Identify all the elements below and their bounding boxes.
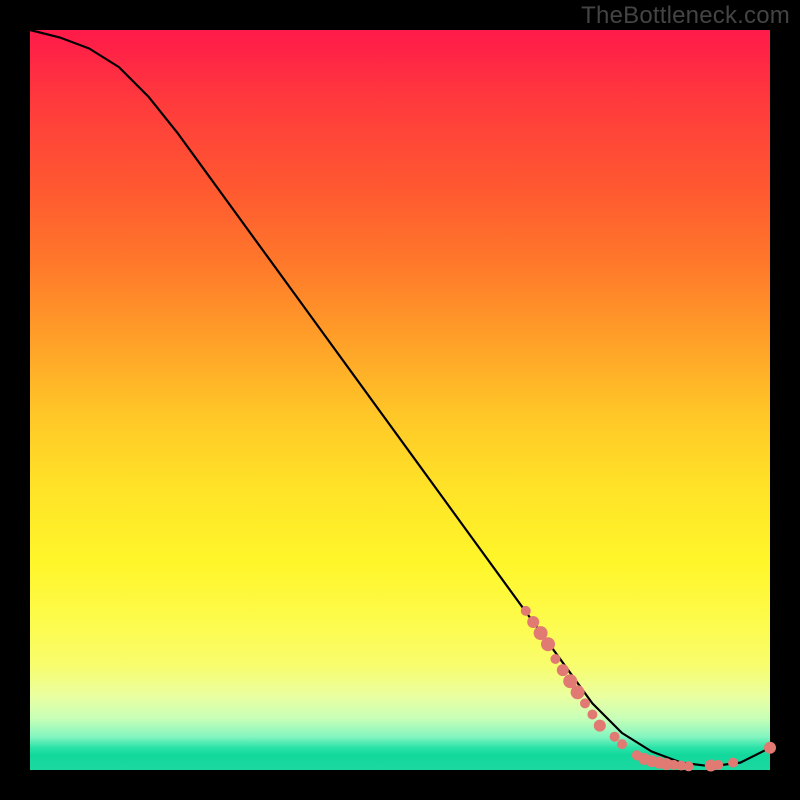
data-marker	[594, 720, 606, 732]
marker-group	[521, 606, 776, 772]
data-marker	[580, 698, 590, 708]
data-marker	[550, 654, 560, 664]
data-marker	[527, 616, 539, 628]
chart-svg	[30, 30, 770, 770]
plot-area	[30, 30, 770, 770]
data-marker	[521, 606, 531, 616]
data-marker	[587, 710, 597, 720]
data-marker	[541, 637, 555, 651]
data-marker	[557, 664, 569, 676]
data-marker	[617, 739, 627, 749]
watermark-label: TheBottleneck.com	[581, 2, 790, 30]
data-marker	[728, 758, 738, 768]
data-marker	[684, 761, 694, 771]
data-marker	[713, 760, 723, 770]
bottleneck-curve	[30, 30, 770, 766]
data-marker	[571, 685, 585, 699]
data-marker	[764, 742, 776, 754]
data-marker	[610, 732, 620, 742]
chart-frame: TheBottleneck.com	[0, 0, 800, 800]
